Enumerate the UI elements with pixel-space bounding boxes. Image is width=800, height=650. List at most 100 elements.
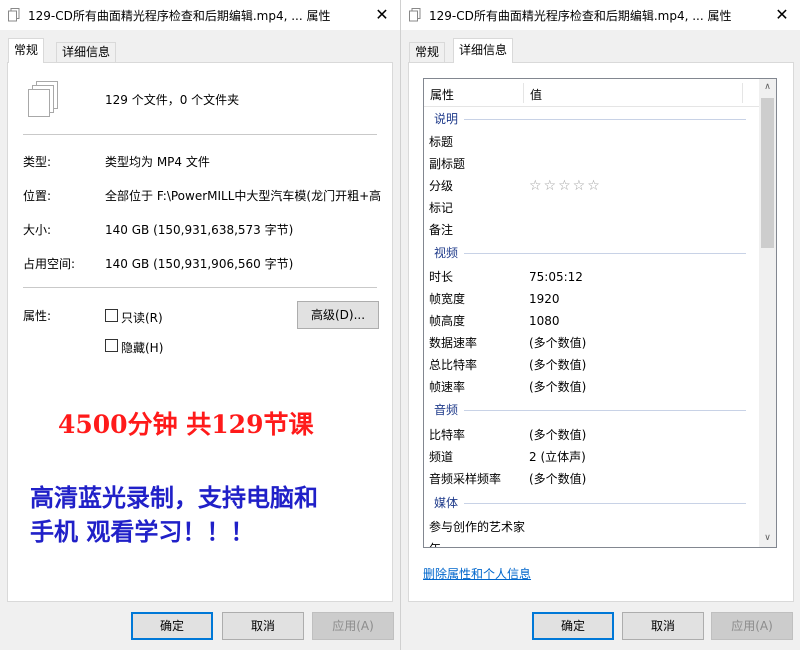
- title-bar: 129-CD所有曲面精光程序检查和后期编辑.mp4, ... 属性 ✕: [401, 0, 800, 30]
- property-name: 音频采样频率: [429, 472, 502, 486]
- property-name: 分级: [429, 179, 454, 193]
- details-panel: 属性 值 说明 标题 副标题 分级 ☆☆☆☆☆ 标记 备注 视频 时长 75:05:…: [408, 62, 794, 602]
- property-value: (多个数值): [529, 336, 587, 350]
- value-column-header[interactable]: 值: [530, 86, 542, 103]
- tab-details[interactable]: 详细信息: [56, 42, 117, 62]
- list-item[interactable]: 标题: [429, 131, 453, 153]
- property-name: 数据速率: [429, 336, 478, 350]
- scroll-down-icon[interactable]: ∨: [759, 530, 776, 547]
- property-name: 帧宽度: [429, 292, 466, 306]
- list-item[interactable]: 年: [429, 538, 441, 547]
- property-name: 标记: [429, 201, 454, 215]
- window-title: 129-CD所有曲面精光程序检查和后期编辑.mp4, ... 属性: [429, 9, 732, 23]
- property-name: 年: [429, 542, 441, 547]
- file-count-summary: 129 个文件，0 个文件夹: [105, 93, 240, 107]
- property-value: 1080: [529, 314, 560, 328]
- column-divider[interactable]: [523, 83, 524, 103]
- title-bar: 129-CD所有曲面精光程序检查和后期编辑.mp4, ... 属性 ✕: [0, 0, 400, 30]
- type-value: 类型均为 MP4 文件: [105, 155, 210, 169]
- details-list[interactable]: 属性 值 说明 标题 副标题 分级 ☆☆☆☆☆ 标记 备注 视频 时长 75:05:…: [423, 78, 777, 548]
- list-item[interactable]: 副标题: [429, 153, 465, 175]
- remove-properties-link[interactable]: 删除属性和个人信息: [423, 565, 531, 582]
- multiple-files-icon: [26, 81, 60, 121]
- list-item[interactable]: 数据速率 (多个数值): [429, 332, 586, 354]
- cancel-button[interactable]: 取消: [622, 612, 704, 640]
- disk-size-value: 140 GB (150,931,906,560 字节): [105, 257, 294, 271]
- scroll-thumb[interactable]: [761, 98, 774, 248]
- group-line: [464, 119, 746, 120]
- property-name: 比特率: [429, 428, 466, 442]
- list-item[interactable]: 时长 75:05:12: [429, 266, 583, 288]
- group-description: 说明: [434, 109, 746, 129]
- divider: [23, 287, 377, 288]
- group-line: [464, 503, 746, 504]
- group-label: 视频: [434, 246, 459, 260]
- tab-general[interactable]: 常规: [409, 42, 446, 62]
- advanced-button[interactable]: 高级(D)...: [297, 301, 379, 329]
- readonly-checkbox[interactable]: [105, 309, 118, 322]
- close-button[interactable]: ✕: [370, 3, 394, 27]
- column-divider[interactable]: [742, 83, 743, 103]
- location-label: 位置:: [23, 189, 52, 203]
- disk-size-label: 占用空间:: [23, 257, 76, 271]
- list-item[interactable]: 分级 ☆☆☆☆☆: [429, 175, 600, 197]
- list-item[interactable]: 帧高度 1080: [429, 310, 560, 332]
- list-item[interactable]: 帧宽度 1920: [429, 288, 560, 310]
- property-name: 时长: [429, 270, 454, 284]
- ok-button[interactable]: 确定: [131, 612, 213, 640]
- list-item[interactable]: 备注: [429, 219, 453, 241]
- group-label: 音频: [434, 403, 459, 417]
- apply-button[interactable]: 应用(A): [312, 612, 394, 640]
- rating-stars[interactable]: ☆☆☆☆☆: [529, 175, 602, 197]
- size-value: 140 GB (150,931,638,573 字节): [105, 223, 294, 237]
- list-item[interactable]: 帧速率 (多个数值): [429, 376, 586, 398]
- promo-duration-text: 4500分钟 共129节课: [58, 410, 314, 439]
- list-item[interactable]: 频道 2 (立体声): [429, 446, 586, 468]
- apply-button[interactable]: 应用(A): [711, 612, 793, 640]
- close-button[interactable]: ✕: [770, 3, 794, 27]
- cancel-button[interactable]: 取消: [222, 612, 304, 640]
- readonly-label[interactable]: 只读(R): [121, 309, 163, 326]
- property-name: 备注: [429, 223, 454, 237]
- property-value: 75:05:12: [529, 270, 583, 284]
- properties-dialog-general: 129-CD所有曲面精光程序检查和后期编辑.mp4, ... 属性 ✕ 常规 详…: [0, 0, 400, 650]
- property-value: (多个数值): [529, 428, 587, 442]
- files-icon: [409, 8, 421, 22]
- vertical-scrollbar[interactable]: ∧ ∨: [759, 79, 776, 547]
- attributes-label: 属性:: [23, 309, 52, 323]
- property-value: (多个数值): [529, 358, 587, 372]
- scroll-up-icon[interactable]: ∧: [759, 79, 776, 96]
- property-name: 帧高度: [429, 314, 466, 328]
- property-name: 副标题: [429, 157, 466, 171]
- property-column-header[interactable]: 属性: [430, 86, 454, 103]
- tab-details[interactable]: 详细信息: [453, 38, 514, 63]
- promo-text-line1: 高清蓝光录制，支持电脑和: [30, 483, 318, 512]
- property-name: 总比特率: [429, 358, 478, 372]
- hidden-label[interactable]: 隐藏(H): [121, 339, 163, 356]
- property-name: 参与创作的艺术家: [429, 520, 526, 534]
- tab-general[interactable]: 常规: [8, 38, 45, 63]
- property-value: 1920: [529, 292, 560, 306]
- files-icon: [8, 8, 20, 22]
- group-label: 说明: [434, 112, 459, 126]
- list-item[interactable]: 总比特率 (多个数值): [429, 354, 586, 376]
- group-line: [464, 410, 746, 411]
- properties-dialog-details: 129-CD所有曲面精光程序检查和后期编辑.mp4, ... 属性 ✕ 常规 详…: [400, 0, 800, 650]
- hidden-checkbox[interactable]: [105, 339, 118, 352]
- promo-text-line2: 手机 观看学习！！！: [30, 517, 255, 546]
- property-value: 2 (立体声): [529, 450, 586, 464]
- list-item[interactable]: 比特率 (多个数值): [429, 424, 586, 446]
- general-panel: 129 个文件，0 个文件夹 类型: 类型均为 MP4 文件 位置: 全部位于 …: [7, 62, 393, 602]
- size-label: 大小:: [23, 223, 52, 237]
- group-audio: 音频: [434, 400, 746, 420]
- property-name: 标题: [429, 135, 454, 149]
- list-item[interactable]: 标记: [429, 197, 453, 219]
- window-title: 129-CD所有曲面精光程序检查和后期编辑.mp4, ... 属性: [28, 9, 331, 23]
- divider: [23, 134, 377, 135]
- list-item[interactable]: 参与创作的艺术家: [429, 516, 525, 538]
- list-header: 属性 值: [424, 79, 760, 107]
- group-label: 媒体: [434, 496, 459, 510]
- list-item[interactable]: 音频采样频率 (多个数值): [429, 468, 586, 490]
- ok-button[interactable]: 确定: [532, 612, 614, 640]
- property-name: 频道: [429, 450, 454, 464]
